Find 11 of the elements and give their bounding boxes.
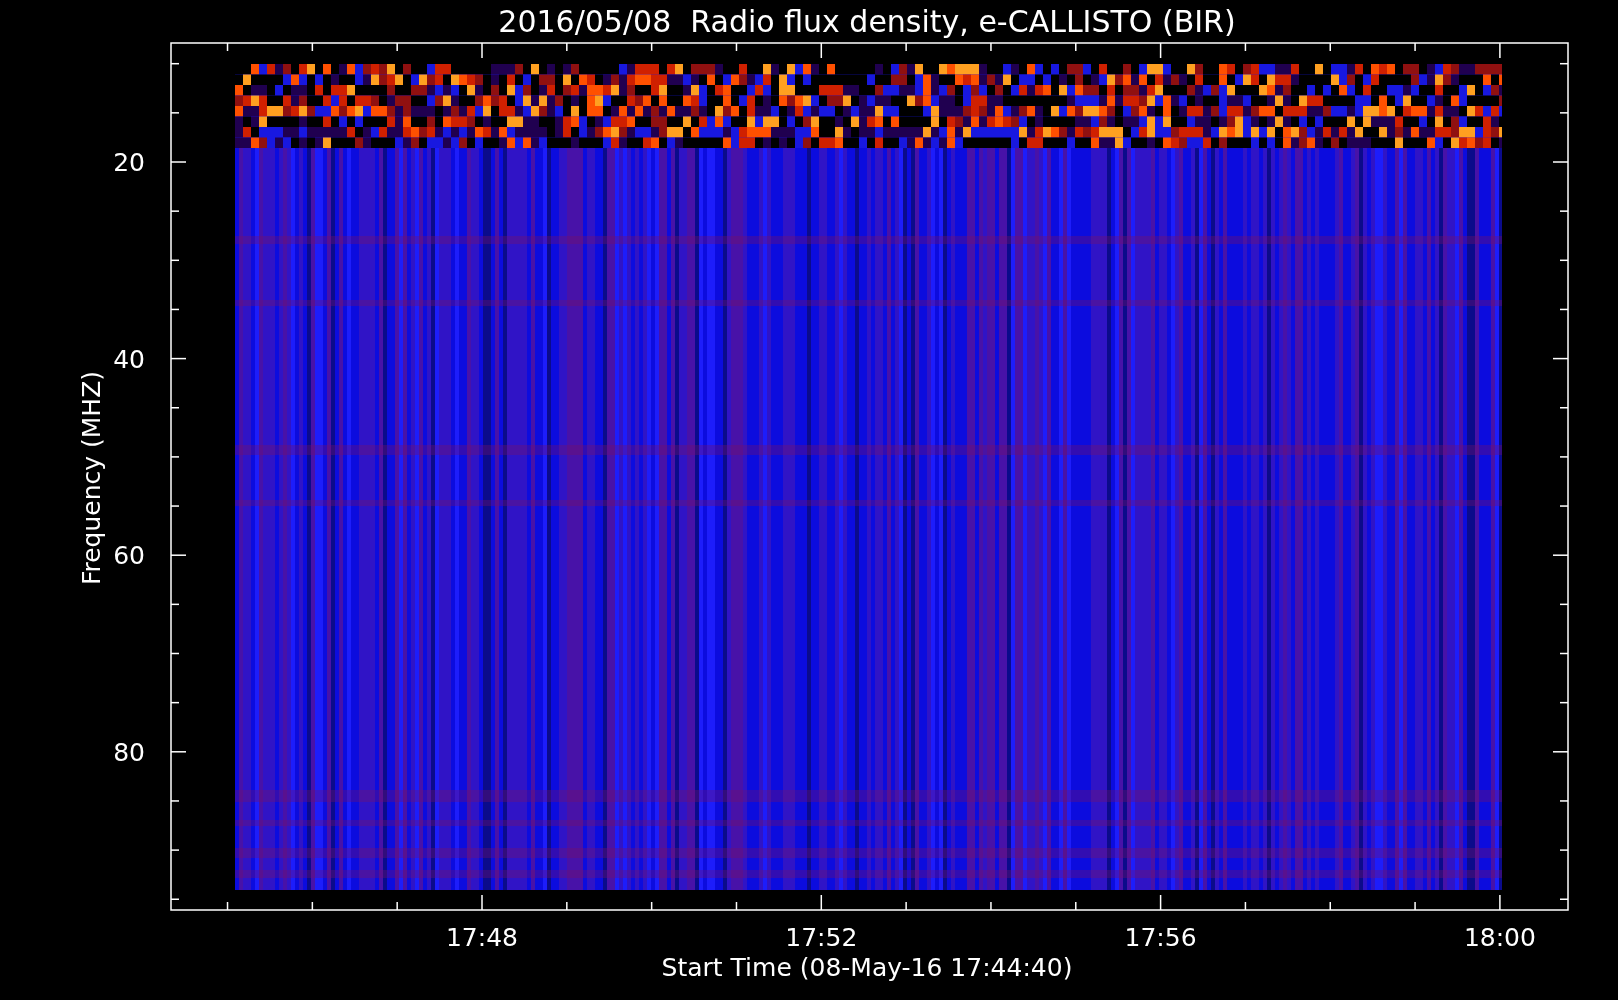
tick-label: 60 [113, 541, 145, 571]
tick-label: 80 [113, 737, 145, 767]
axis-label: Frequency (MHZ) [77, 370, 106, 586]
tick-label: 17:56 [1124, 923, 1197, 952]
axis-label: Start Time (08-May-16 17:44:40) [661, 953, 1073, 982]
tick-label: 17:52 [785, 923, 858, 952]
chart-title: 2016/05/08 Radio flux density, e-CALLISTO (BIR) [498, 4, 1236, 39]
tick-label: 18:00 [1463, 923, 1536, 952]
tick-label: 40 [113, 344, 145, 374]
tick-label: 17:48 [446, 923, 518, 952]
tick-label: 20 [113, 148, 145, 177]
